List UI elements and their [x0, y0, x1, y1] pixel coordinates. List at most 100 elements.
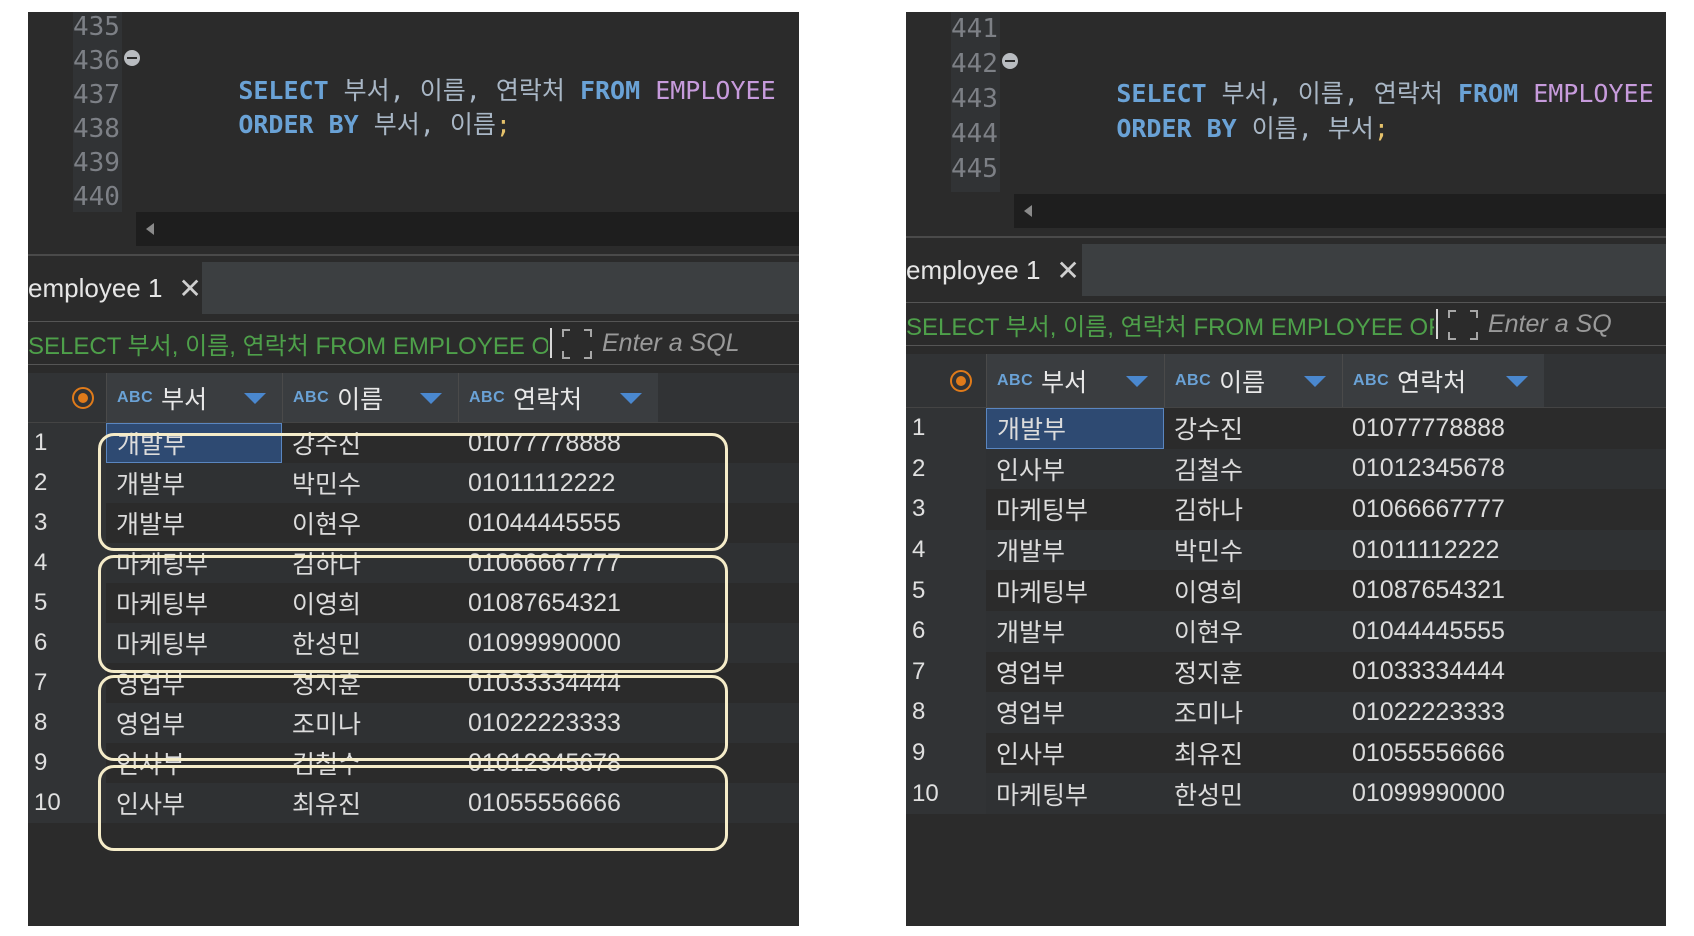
row-number[interactable]: 10: [906, 773, 986, 814]
cell-name[interactable]: 최유진: [282, 783, 458, 823]
row-number[interactable]: 5: [28, 583, 106, 623]
cell-phone[interactable]: 01066667777: [1342, 489, 1544, 530]
table-row[interactable]: 1 개발부 강수진 01077778888: [906, 408, 1666, 449]
cell-phone[interactable]: 01087654321: [1342, 570, 1544, 611]
record-mode-icon[interactable]: [72, 387, 94, 409]
cell-name[interactable]: 김하나: [1164, 489, 1342, 530]
cell-phone[interactable]: 01055556666: [1342, 733, 1544, 774]
sort-dropdown-icon[interactable]: [620, 392, 642, 404]
table-row[interactable]: 5 마케팅부 이영희 01087654321: [906, 570, 1666, 611]
cell-name[interactable]: 강수진: [1164, 408, 1342, 449]
tab-employee-1[interactable]: employee 1 ✕: [28, 262, 202, 314]
fold-collapse-icon[interactable]: [124, 50, 140, 66]
sql-editor[interactable]: 435 436 437 438 439 440 SELECT 부서, 이름, 연…: [28, 12, 799, 262]
cell-dept[interactable]: 개발부: [106, 463, 282, 503]
cell-dept[interactable]: 마케팅부: [106, 623, 282, 663]
cell-phone[interactable]: 01022223333: [1342, 692, 1544, 733]
cell-dept[interactable]: 영업부: [986, 692, 1164, 733]
column-header-dept[interactable]: ABC 부서: [106, 373, 282, 422]
row-number[interactable]: 3: [906, 489, 986, 530]
filter-query-text[interactable]: SELECT 부서, 이름, 연락처 FROM EMPLOYEE OF: [906, 303, 1434, 345]
table-row[interactable]: 3 마케팅부 김하나 01066667777: [906, 489, 1666, 530]
row-number[interactable]: 2: [28, 463, 106, 503]
table-row[interactable]: 10 마케팅부 한성민 01099990000: [906, 773, 1666, 814]
cell-dept[interactable]: 영업부: [106, 663, 282, 703]
scroll-left-arrow-icon[interactable]: [146, 223, 154, 235]
row-number[interactable]: 9: [906, 732, 986, 774]
cell-phone[interactable]: 01099990000: [1342, 773, 1544, 814]
cell-phone[interactable]: 01099990000: [458, 623, 658, 663]
table-row[interactable]: 2 인사부 김철수 01012345678: [906, 448, 1666, 490]
cell-dept[interactable]: 인사부: [106, 783, 282, 823]
cell-name[interactable]: 한성민: [1164, 773, 1342, 814]
cell-dept[interactable]: 마케팅부: [986, 489, 1164, 530]
cell-phone[interactable]: 01044445555: [458, 503, 658, 543]
record-mode-icon[interactable]: [950, 370, 972, 392]
cell-dept[interactable]: 마케팅부: [106, 583, 282, 623]
column-header-name[interactable]: ABC 이름: [282, 373, 458, 422]
cell-phone[interactable]: 01022223333: [458, 703, 658, 743]
cell-name[interactable]: 정지훈: [282, 663, 458, 703]
row-number[interactable]: 7: [906, 651, 986, 693]
fold-collapse-icon[interactable]: [1002, 53, 1018, 69]
table-row[interactable]: 6 개발부 이현우 01044445555: [906, 611, 1666, 652]
cell-dept[interactable]: 개발부: [986, 530, 1164, 571]
row-number[interactable]: 5: [906, 570, 986, 611]
cell-name[interactable]: 조미나: [1164, 692, 1342, 733]
row-number[interactable]: 9: [28, 743, 106, 783]
column-header-dept[interactable]: ABC 부서: [986, 354, 1164, 407]
cell-name[interactable]: 김하나: [282, 543, 458, 583]
row-number[interactable]: 4: [28, 543, 106, 583]
table-row[interactable]: 2 개발부 박민수 01011112222: [28, 463, 799, 503]
cell-name[interactable]: 이영희: [282, 583, 458, 623]
table-row[interactable]: 5 마케팅부 이영희 01087654321: [28, 583, 799, 623]
cell-phone[interactable]: 01012345678: [458, 743, 658, 783]
sql-editor[interactable]: 441 442 443 444 445 SELECT 부서, 이름, 연락처 F…: [906, 12, 1666, 244]
table-row[interactable]: 4 마케팅부 김하나 01066667777: [28, 543, 799, 583]
sql-filter-input[interactable]: Enter a SQ: [1488, 303, 1612, 345]
table-row[interactable]: 7 영업부 정지훈 01033334444: [906, 651, 1666, 693]
cell-name[interactable]: 이영희: [1164, 570, 1342, 611]
cell-name[interactable]: 박민수: [1164, 530, 1342, 571]
table-row[interactable]: 9 인사부 최유진 01055556666: [906, 732, 1666, 774]
row-number[interactable]: 1: [906, 408, 986, 449]
sort-dropdown-icon[interactable]: [1506, 375, 1528, 387]
expand-icon[interactable]: [562, 329, 592, 359]
cell-phone[interactable]: 01012345678: [1342, 449, 1544, 490]
cell-dept[interactable]: 개발부: [106, 423, 282, 463]
cell-dept[interactable]: 인사부: [986, 733, 1164, 774]
table-row[interactable]: 8 영업부 조미나 01022223333: [28, 703, 799, 743]
horizontal-scrollbar[interactable]: [136, 212, 799, 246]
cell-phone[interactable]: 01087654321: [458, 583, 658, 623]
cell-dept[interactable]: 개발부: [106, 503, 282, 543]
sort-dropdown-icon[interactable]: [1126, 375, 1148, 387]
sort-dropdown-icon[interactable]: [1304, 375, 1326, 387]
row-number[interactable]: 8: [28, 703, 106, 743]
column-header-phone[interactable]: ABC 연락처: [1342, 354, 1544, 407]
cell-phone[interactable]: 01011112222: [458, 463, 658, 503]
table-row[interactable]: 8 영업부 조미나 01022223333: [906, 692, 1666, 733]
cell-phone[interactable]: 01033334444: [1342, 652, 1544, 693]
row-number[interactable]: 10: [28, 783, 106, 823]
cell-phone[interactable]: 01066667777: [458, 543, 658, 583]
cell-phone[interactable]: 01011112222: [1342, 530, 1544, 571]
cell-phone[interactable]: 01033334444: [458, 663, 658, 703]
cell-dept[interactable]: 영업부: [986, 652, 1164, 693]
row-number[interactable]: 6: [906, 611, 986, 652]
tab-employee-1[interactable]: employee 1 ✕: [906, 244, 1082, 296]
expand-icon[interactable]: [1448, 310, 1478, 340]
cell-dept[interactable]: 마케팅부: [986, 570, 1164, 611]
cell-name[interactable]: 한성민: [282, 623, 458, 663]
table-row[interactable]: 6 마케팅부 한성민 01099990000: [28, 623, 799, 663]
column-header-phone[interactable]: ABC 연락처: [458, 373, 658, 422]
table-row[interactable]: 7 영업부 정지훈 01033334444: [28, 663, 799, 703]
cell-phone[interactable]: 01077778888: [1342, 408, 1544, 449]
close-icon[interactable]: ✕: [1056, 254, 1079, 287]
sql-filter-input[interactable]: Enter a SQL: [602, 322, 740, 364]
cell-name[interactable]: 이현우: [282, 503, 458, 543]
filter-query-text[interactable]: SELECT 부서, 이름, 연락처 FROM EMPLOYEE OF: [28, 322, 548, 364]
horizontal-scrollbar[interactable]: [1014, 194, 1666, 228]
table-row[interactable]: 1 개발부 강수진 01077778888: [28, 423, 799, 463]
row-number[interactable]: 1: [28, 423, 106, 463]
cell-dept[interactable]: 영업부: [106, 703, 282, 743]
